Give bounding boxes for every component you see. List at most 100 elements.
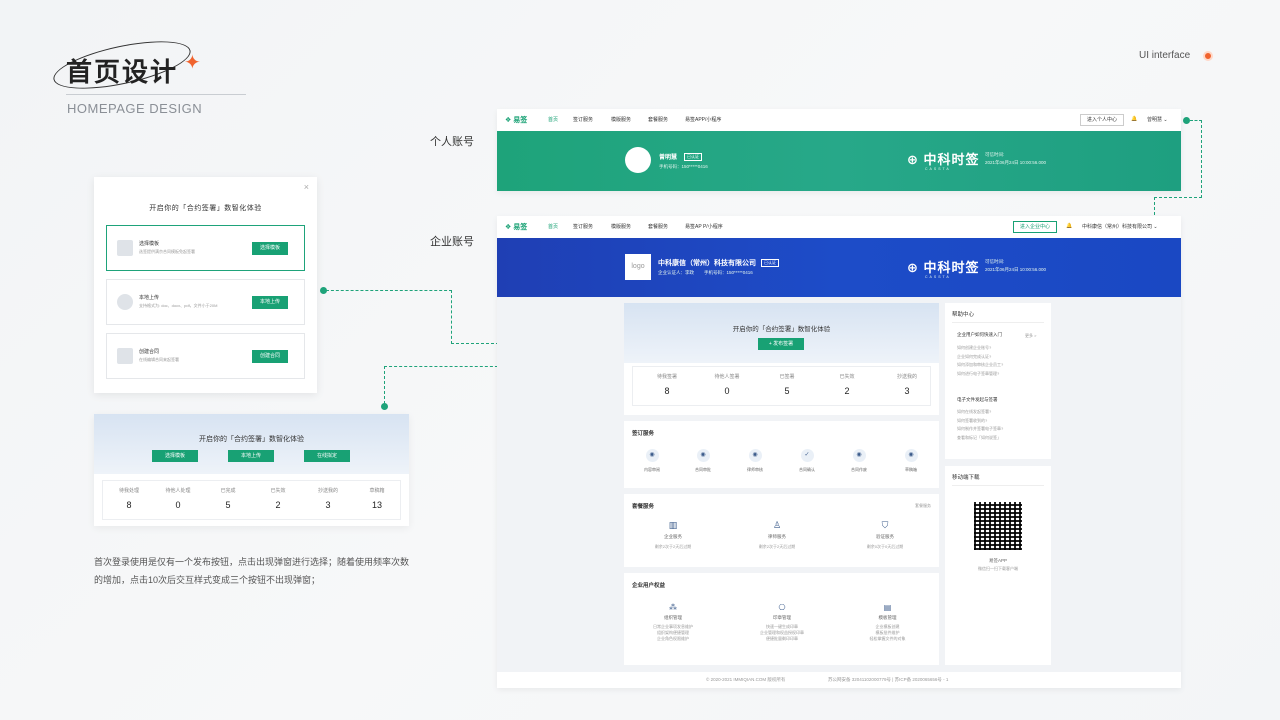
nav-home[interactable]: 首页 — [548, 116, 558, 123]
package-verify[interactable]: ⛉ 验证服务 剩余0次于0天后过期 — [850, 520, 920, 550]
stat-item[interactable]: 待我处理 8 — [104, 487, 154, 510]
create-contract-button[interactable]: 创建合同 — [252, 350, 288, 363]
app-logo[interactable]: ❖ 易签 — [505, 222, 527, 232]
help-link[interactable]: 如何制作并签署电子签章? — [957, 425, 1003, 434]
stat-item[interactable]: 抄送我的 3 — [882, 373, 932, 396]
stat-label: 待他人签署 — [714, 374, 740, 380]
help-link[interactable]: 如何签署收到的? — [957, 417, 1003, 426]
stat-item[interactable]: 抄送我的 3 — [303, 487, 353, 510]
company-menu[interactable]: 中科康信（常州）科技有限公司 ⌄ — [1082, 223, 1158, 230]
user-display-name: 曾明慧 — [659, 155, 678, 161]
package-enterprise[interactable]: ▥ 企业服务 剩余2次于2天后过期 — [638, 520, 708, 550]
select-template-button[interactable]: 选择模板 — [252, 242, 288, 255]
enter-personal-center-button[interactable]: 进入个人中心 — [1080, 114, 1125, 126]
stat-item[interactable]: 已签署 5 — [762, 373, 812, 396]
package-lawyer[interactable]: ♙ 律师服务 剩余2次于2天后过期 — [742, 520, 812, 550]
stat-item[interactable]: 已完成 5 — [203, 487, 253, 510]
local-upload-button[interactable]: 本地上传 — [252, 296, 288, 309]
help-link[interactable]: 如何添加和审核企业员工? — [957, 361, 1003, 370]
rights-name: 模板管理 — [878, 615, 897, 620]
bell-icon[interactable]: 🔔 — [1066, 223, 1072, 229]
help-link[interactable]: 企业如何完成认证? — [957, 353, 1003, 362]
option-create[interactable]: 创建合同 在线编辑合同来起签署 创建合同 — [106, 333, 305, 379]
document-icon — [117, 348, 133, 364]
stat-item[interactable]: 待他人签署 0 — [702, 373, 752, 396]
bell-icon[interactable]: 🔔 — [1131, 116, 1137, 122]
company-display-name: 中科康信（常州）科技有限公司 — [658, 260, 756, 267]
option-upload[interactable]: 本地上传 支持格式为: doc、docx、pdf，文件小于20M 本地上传 — [106, 279, 305, 325]
publish-sign-button[interactable]: + 发布签署 — [758, 338, 804, 350]
package-more-link[interactable]: 套餐服务 — [915, 503, 931, 509]
help-link[interactable]: 如何创建企业账号? — [957, 344, 1003, 353]
nav-package-service[interactable]: 套餐服务 — [648, 116, 668, 123]
stat-label: 已失效 — [270, 488, 286, 494]
user-menu[interactable]: 曾明慧 ⌄ — [1147, 116, 1168, 123]
enter-enterprise-center-button[interactable]: 进入企业中心 — [1013, 221, 1058, 233]
option-template[interactable]: 选择模板 选签提供满京合同模板免起签署 选择模板 — [106, 225, 305, 271]
service-label: 内容审阅 — [644, 467, 660, 472]
package-name: 验证服务 — [876, 534, 894, 539]
local-upload-button[interactable]: 本地上传 — [228, 450, 274, 462]
company-logo[interactable]: logo — [625, 254, 651, 280]
stat-value: 2 — [275, 500, 281, 510]
stat-label: 已签署 — [779, 374, 795, 380]
panel-title: 移动端下载 — [952, 475, 980, 481]
option-name: 创建合同 — [139, 349, 160, 355]
rights-seal[interactable]: ⎔ 印章管理 快速一键生成印章 企业管理和权益授权印章 便捷批量剩印印章 — [742, 603, 822, 642]
stat-item[interactable]: 已失效 2 — [822, 373, 872, 396]
panel-title: 帮助中心 — [952, 312, 975, 318]
connector-dot — [1183, 117, 1190, 124]
close-icon[interactable]: × — [304, 182, 309, 192]
package-desc: 剩余0次于0天后过期 — [866, 544, 904, 549]
rights-line: 企业角色权限维护 — [657, 636, 689, 641]
nav-app[interactable]: 易签APP/小程序 — [685, 116, 721, 123]
icp-record[interactable]: 苏公网安备 32041102000779号 | 苏ICP备 2020065656… — [828, 677, 948, 683]
help-section[interactable]: 电子文件发起与签署 — [957, 397, 998, 403]
service-draft[interactable]: ◉ 草稿箱 — [900, 449, 922, 473]
template-icon — [117, 240, 133, 256]
nav-sign-service[interactable]: 签订服务 — [573, 116, 593, 123]
stat-item[interactable]: 待我签署 8 — [642, 373, 692, 396]
service-review[interactable]: ◉ 内容审阅 — [641, 449, 663, 473]
stat-item[interactable]: 草稿箱 13 — [352, 487, 402, 510]
help-link[interactable]: 如何在线发起签署? — [957, 408, 1003, 417]
service-void[interactable]: ◉ 合同作废 — [848, 449, 870, 473]
nav-template-service[interactable]: 模版服务 — [611, 116, 631, 123]
rights-name: 组织管理 — [664, 615, 682, 620]
select-template-button[interactable]: 选择模板 — [152, 450, 198, 462]
sign-service-panel: 签订服务 ◉ 内容审阅 ◉ 合同审批 ◉ 律师审核 ✓ 合同确认 ◉ 合同作废 ◉ 草稿箱 — [624, 421, 939, 488]
service-lawyer[interactable]: ◉ 律师审核 — [744, 449, 766, 473]
help-section[interactable]: 企业用户如何快速入门 — [957, 332, 1002, 338]
service-confirm[interactable]: ✓ 合同确认 — [796, 449, 818, 473]
service-approval[interactable]: ◉ 合同审批 — [692, 449, 714, 473]
nav-template-service[interactable]: 模版服务 — [611, 223, 631, 230]
logo-text: 易签 — [513, 224, 528, 231]
online-draft-button[interactable]: 在线拟定 — [304, 450, 350, 462]
app-name: 易签APP — [988, 558, 1007, 563]
brand-text: 中科时签 — [923, 152, 980, 167]
rights-line: 轻松掌握文件的对象 — [869, 636, 906, 641]
help-more-link[interactable]: 更多 > — [1025, 333, 1036, 339]
help-link[interactable]: 如何进行电子签章管理? — [957, 370, 1003, 379]
valid-value: 2021年06月24日 10:00:56.000 — [985, 160, 1047, 165]
hero-title: 开启你的「合约签署」数智化体验 — [732, 326, 831, 333]
nav-home[interactable]: 首页 — [548, 223, 558, 230]
stat-label: 待我处理 — [118, 488, 139, 494]
stat-item[interactable]: 待他人处理 0 — [153, 487, 203, 510]
nav-sign-service[interactable]: 签订服务 — [573, 223, 593, 230]
help-link[interactable]: 查看和标记「如何说签」 — [957, 434, 1003, 443]
stat-item[interactable]: 已失效 2 — [253, 487, 303, 510]
stat-value: 5 — [784, 386, 790, 396]
brand-logo: ⊕ 中科时签 — [907, 260, 980, 275]
avatar[interactable] — [625, 147, 651, 173]
footer: © 2020-2021 IMMIQIAN.COM 版权所有 苏公网安备 3204… — [497, 672, 1181, 688]
brand-sub: CASSTA — [925, 167, 951, 171]
rights-org[interactable]: ⁂ 组织管理 日常企业事项发息维护 组织架构便捷管理 企业角色权限维护 — [638, 603, 708, 642]
qr-code[interactable] — [974, 502, 1022, 550]
app-logo[interactable]: ❖ 易签 — [505, 115, 527, 125]
nav-package-service[interactable]: 套餐服务 — [648, 223, 668, 230]
rights-name: 印章管理 — [773, 615, 791, 620]
nav-app[interactable]: 易签AP P/小程序 — [685, 223, 723, 230]
verified-badge: 已认证 — [761, 259, 779, 267]
rights-template[interactable]: ▤ 模板管理 企业模板创建 模板批件维护 轻松掌握文件的对象 — [850, 603, 925, 642]
